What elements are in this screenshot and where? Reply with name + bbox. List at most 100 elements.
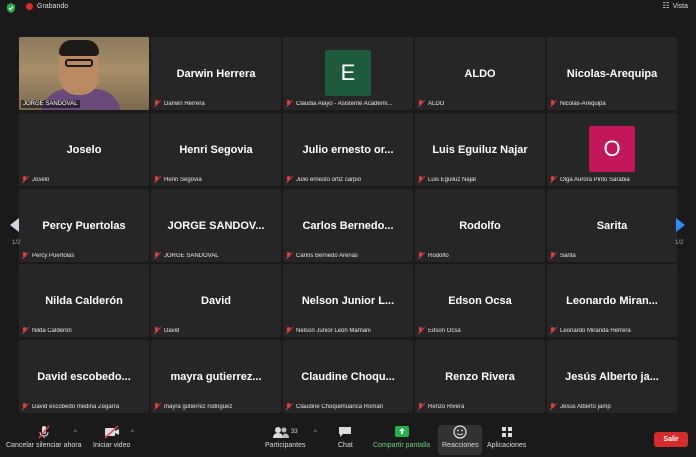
participant-name-bar: ALDO <box>417 100 444 108</box>
participant-tile[interactable]: Sarita Sarita <box>547 189 677 262</box>
recording-indicator[interactable]: Grabando <box>26 3 68 10</box>
participant-tile[interactable]: ALDO ALDO <box>415 37 545 110</box>
participant-tile[interactable]: O Olga Aurora Pinto Sarabia <box>547 113 677 186</box>
mic-muted-icon <box>417 100 425 108</box>
participant-name-label: Claudia Alayo - Asistente Académi... <box>296 101 393 107</box>
participant-tile[interactable]: Luis Eguiluz Najar Luis Eguiluz Najar <box>415 113 545 186</box>
participant-name-bar: Nilda Calderón <box>21 327 72 335</box>
participants-options-chevron-icon[interactable]: ^ <box>314 430 317 436</box>
mute-button[interactable]: Cancelar silenciar ahora <box>6 424 81 449</box>
mic-muted-icon <box>21 176 29 184</box>
view-label: Vista <box>672 2 688 10</box>
mute-label: Cancelar silenciar ahora <box>6 442 82 449</box>
participant-tile[interactable]: mayra gutierrez... mayra gutierrez rodrig… <box>151 340 281 413</box>
participant-name-bar: Joselo <box>21 176 49 184</box>
mic-muted-icon <box>153 327 161 335</box>
next-page-arrow-icon[interactable] <box>676 218 685 232</box>
participant-name-bar: David escobedo medina Zegarra <box>21 403 119 411</box>
meeting-toolbar: Cancelar silenciar ahora ^ Iniciar video… <box>0 422 696 457</box>
participant-name-label: Rodolfo <box>428 253 449 259</box>
participant-name-bar: Nelson Junior León Mamani <box>285 327 371 335</box>
participant-tile[interactable]: Darwin Herrera Darwin Herrera <box>151 37 281 110</box>
mic-muted-icon <box>549 403 557 411</box>
recording-label: Grabando <box>37 3 69 10</box>
participant-tile[interactable]: Renzo Rivera Renzo Rivera <box>415 340 545 413</box>
participant-name-bar: Renzo Rivera <box>417 403 464 411</box>
mic-muted-icon <box>21 403 29 411</box>
mic-muted-icon <box>417 403 425 411</box>
participant-name-label: Renzo Rivera <box>428 404 465 410</box>
top-bar: Grabando ☷ Vista <box>0 0 696 16</box>
participant-name-label: Edson Ocsa <box>428 328 461 334</box>
participant-name-bar: Claudia Alayo - Asistente Académi... <box>285 100 392 108</box>
participant-tile[interactable]: Nilda Calderón Nilda Calderón <box>19 264 149 337</box>
mic-muted-icon <box>153 100 161 108</box>
participants-label: Participantes <box>265 442 306 449</box>
self-name-label: JORGE SANDOVAL <box>21 100 80 108</box>
participant-name-bar: mayra gutierrez rodriguez <box>153 403 232 411</box>
participants-icon: 33 <box>272 424 298 440</box>
participant-tile[interactable]: Julio ernesto or... Julio ernesto ortiz c… <box>283 113 413 186</box>
mic-muted-icon <box>153 176 161 184</box>
start-video-button[interactable]: Iniciar video <box>93 424 130 449</box>
participant-tile[interactable]: Leonardo Miran... Leonardo Miranda Herrer… <box>547 264 677 337</box>
mic-muted-icon <box>417 327 425 335</box>
participant-tile[interactable]: JORGE SANDOV... JORGE SANDOVAL <box>151 189 281 262</box>
grid-view-icon: ☷ <box>662 1 670 10</box>
participant-tile[interactable]: Joselo Joselo <box>19 113 149 186</box>
participant-tile[interactable]: Carlos Bernedo... Carlos Bernedo Arenas <box>283 189 413 262</box>
leave-button[interactable]: Salir <box>654 432 688 447</box>
previous-page-arrow-icon[interactable] <box>10 218 19 232</box>
participants-button[interactable]: 33 Participantes <box>265 424 305 449</box>
participant-tile[interactable]: Henri Segovia Henri Segovia <box>151 113 281 186</box>
mic-muted-icon <box>549 100 557 108</box>
video-off-icon <box>104 424 120 440</box>
share-label: Compartir pantalla <box>373 442 431 449</box>
apps-button[interactable]: Aplicaciones <box>487 424 526 449</box>
reactions-button[interactable]: Reacciones <box>442 424 479 449</box>
participant-tile[interactable]: Percy Puertolas Percy Puertolas <box>19 189 149 262</box>
self-video-tile[interactable]: JORGE SANDOVAL <box>19 37 149 110</box>
participant-tile[interactable]: Nicolas-Arequipa Nicolas-Arequipa <box>547 37 677 110</box>
participant-tile[interactable]: David David <box>151 264 281 337</box>
participant-name-bar: Jesús Alberto jamp <box>549 403 611 411</box>
mic-muted-icon <box>417 252 425 260</box>
participant-name-bar: Claudine Choquehuanca Roman <box>285 403 383 411</box>
page-indicator-left: 1/2 <box>12 240 21 246</box>
participant-grid: JORGE SANDOVAL Darwin Herrera Darwin Herr… <box>19 37 677 413</box>
participant-tile[interactable]: E Claudia Alayo - Asistente Académi... <box>283 37 413 110</box>
participant-name-label: Jesús Alberto jamp <box>560 404 611 410</box>
apps-label: Aplicaciones <box>487 442 527 449</box>
participant-tile[interactable]: Jesús Alberto ja... Jesús Alberto jamp <box>547 340 677 413</box>
participant-tile[interactable]: Rodolfo Rodolfo <box>415 189 545 262</box>
share-screen-icon <box>394 424 410 440</box>
audio-options-chevron-icon[interactable]: ^ <box>74 430 77 436</box>
participant-name-label: Henri Segovia <box>164 177 202 183</box>
chat-label: Chat <box>338 442 353 449</box>
shield-icon[interactable] <box>6 3 16 13</box>
participant-name-label: Nilda Calderón <box>32 328 72 334</box>
participant-name-label: Luis Eguiluz Najar <box>428 177 477 183</box>
mic-muted-icon <box>153 252 161 260</box>
participants-count: 33 <box>290 429 298 435</box>
participant-avatar: O <box>589 126 635 172</box>
participant-name-bar: David <box>153 327 179 335</box>
mic-muted-icon <box>37 424 51 440</box>
record-icon <box>26 3 33 10</box>
participant-name-label: Nelson Junior León Mamani <box>296 328 371 334</box>
apps-icon <box>501 424 513 440</box>
mic-muted-icon <box>285 403 293 411</box>
view-button[interactable]: ☷ Vista <box>662 2 688 10</box>
participant-name-label: Olga Aurora Pinto Sarabia <box>560 177 630 183</box>
video-options-chevron-icon[interactable]: ^ <box>131 430 134 436</box>
mic-muted-icon <box>285 252 293 260</box>
participant-name-bar: Edson Ocsa <box>417 327 461 335</box>
participant-tile[interactable]: David escobedo... David escobedo medina Z… <box>19 340 149 413</box>
chat-button[interactable]: Chat <box>338 424 353 449</box>
mic-muted-icon <box>153 403 161 411</box>
participant-tile[interactable]: Nelson Junior L... Nelson Junior León Mam… <box>283 264 413 337</box>
share-screen-button[interactable]: Compartir pantalla <box>373 424 430 449</box>
participant-tile[interactable]: Claudine Choqu... Claudine Choquehuanca R… <box>283 340 413 413</box>
participant-tile[interactable]: Edson Ocsa Edson Ocsa <box>415 264 545 337</box>
participant-name-label: Percy Puertolas <box>32 253 75 259</box>
